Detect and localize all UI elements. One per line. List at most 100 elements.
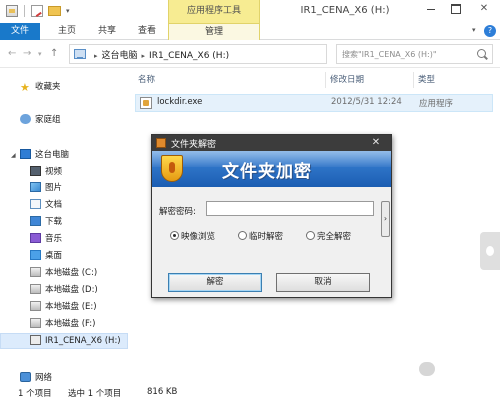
password-label: 解密密码:: [159, 207, 196, 217]
customize-toolbar-dropdown-icon[interactable]: ▾: [66, 7, 70, 15]
tab-file[interactable]: 文件: [0, 23, 40, 40]
column-header-date[interactable]: 修改日期: [330, 73, 364, 87]
tab-share[interactable]: 共享: [92, 23, 122, 40]
dialog-close-button[interactable]: ✕: [364, 136, 388, 150]
radio-unselected-icon: [306, 231, 315, 240]
back-arrow-icon[interactable]: ←: [8, 48, 16, 59]
hard-disk-icon: [30, 301, 41, 311]
title-bar: ▾ 应用程序工具 IR1_CENA_X6 (H:) ✕: [0, 0, 500, 23]
selection-size: 816 KB: [147, 387, 178, 397]
hard-disk-icon: [30, 318, 41, 328]
file-modified: 2012/5/31 12:24: [331, 97, 402, 107]
watermark: [375, 352, 493, 398]
pictures-folder-icon: [30, 182, 41, 192]
maximize-button[interactable]: [444, 0, 466, 18]
column-header-name[interactable]: 名称: [138, 73, 155, 87]
search-placeholder: 搜索"IR1_CENA_X6 (H:)": [342, 50, 437, 59]
nav-drive-d[interactable]: 本地磁盘 (D:): [30, 283, 98, 297]
radio-full-decrypt[interactable]: 完全解密: [306, 231, 351, 243]
nav-homegroup[interactable]: 家庭组: [20, 113, 61, 127]
nav-favorites[interactable]: ★ 收藏夹: [20, 80, 61, 94]
nav-drive-e[interactable]: 本地磁盘 (E:): [30, 300, 97, 314]
column-header-type[interactable]: 类型: [418, 73, 435, 87]
nav-downloads[interactable]: 下载: [30, 215, 62, 229]
nav-drive-c[interactable]: 本地磁盘 (C:): [30, 266, 97, 280]
tab-home[interactable]: 主页: [52, 23, 82, 40]
tab-view[interactable]: 查看: [132, 23, 162, 40]
context-tab-application-tools: 应用程序工具: [168, 0, 260, 23]
breadcrumb-drive[interactable]: IR1_CENA_X6 (H:): [149, 51, 229, 61]
navigation-pane: ★ 收藏夹 家庭组 ◢ 这台电脑 视频 图片 文档 下载 音乐 桌面 本地磁盘 (…: [0, 68, 128, 383]
item-count: 1 个项目: [18, 389, 52, 399]
properties-icon[interactable]: [31, 5, 43, 17]
help-icon[interactable]: ?: [484, 25, 496, 37]
music-folder-icon: [30, 233, 41, 243]
column-divider[interactable]: [325, 72, 326, 88]
dialog-title: 文件夹解密: [171, 140, 217, 150]
nav-pictures[interactable]: 图片: [30, 181, 62, 195]
nav-this-pc[interactable]: 这台电脑: [20, 148, 69, 162]
navigation-bar: ← → ▾ ↑ ▸这台电脑▸IR1_CENA_X6 (H:) ▾ ↻ 搜索"IR…: [0, 40, 500, 68]
tab-manage[interactable]: 管理: [168, 23, 260, 40]
file-type: 应用程序: [419, 99, 454, 109]
banner-title: 文件夹加密: [222, 162, 312, 182]
collapse-this-pc-icon[interactable]: ◢: [11, 152, 16, 159]
window-title: IR1_CENA_X6 (H:): [300, 5, 390, 16]
app-icon: [156, 138, 166, 148]
recent-locations-icon[interactable]: ▾: [38, 50, 42, 58]
videos-folder-icon: [30, 166, 41, 176]
documents-folder-icon: [30, 199, 41, 209]
radio-image-browse[interactable]: 映像浏览: [170, 231, 215, 243]
nav-videos[interactable]: 视频: [30, 165, 62, 179]
nav-desktop[interactable]: 桌面: [30, 249, 62, 263]
decrypt-button[interactable]: 解密: [168, 273, 262, 292]
decrypt-dialog: 文件夹解密 ✕ 文件夹加密 解密密码: › 映像浏览 临时解密 完全解密 解密 …: [151, 134, 392, 298]
computer-icon: [20, 149, 31, 159]
chevron-right-icon[interactable]: ▸: [142, 52, 146, 60]
star-icon: ★: [20, 81, 30, 94]
new-folder-icon[interactable]: [48, 6, 61, 16]
column-divider[interactable]: [413, 72, 414, 88]
nav-drive-f[interactable]: 本地磁盘 (F:): [30, 317, 95, 331]
shield-icon: [161, 155, 183, 182]
desktop-folder-icon: [30, 250, 41, 260]
breadcrumb: ▸ 这台电脑 ▸ IR1_CENA_X6 (H:): [90, 48, 229, 61]
radio-unselected-icon: [238, 231, 247, 240]
paw-logo-icon: [415, 352, 439, 378]
file-name: lockdir.exe: [157, 97, 203, 107]
exe-file-icon: [140, 97, 152, 109]
nav-music[interactable]: 音乐: [30, 232, 62, 246]
radio-temporary-decrypt[interactable]: 临时解密: [238, 231, 283, 243]
search-icon[interactable]: [477, 49, 486, 58]
ribbon-tabs: 文件 主页 共享 查看 管理 ▾ ?: [0, 23, 500, 40]
usb-drive-icon: [30, 335, 41, 345]
expand-panel-button[interactable]: ›: [381, 201, 390, 237]
breadcrumb-this-pc[interactable]: 这台电脑: [102, 51, 138, 61]
cancel-button[interactable]: 取消: [276, 273, 370, 292]
app-menu-icon[interactable]: [6, 5, 18, 17]
minimize-button[interactable]: [420, 0, 442, 18]
address-bar[interactable]: ▸这台电脑▸IR1_CENA_X6 (H:) ▾ ↻: [69, 44, 397, 64]
nav-drive-h[interactable]: IR1_CENA_X6 (H:): [30, 334, 121, 348]
close-button[interactable]: ✕: [468, 0, 500, 18]
radio-selected-icon: [170, 231, 179, 240]
up-arrow-icon[interactable]: ↑: [50, 48, 58, 59]
expand-ribbon-icon[interactable]: ▾: [472, 26, 476, 34]
forward-arrow-icon[interactable]: →: [23, 48, 31, 59]
network-icon: [20, 372, 31, 382]
password-input[interactable]: [206, 201, 374, 216]
table-row[interactable]: lockdir.exe 2012/5/31 12:24 应用程序: [135, 94, 493, 112]
selection-count: 选中 1 个项目: [68, 389, 122, 399]
search-input[interactable]: 搜索"IR1_CENA_X6 (H:)": [336, 44, 493, 64]
hard-disk-icon: [30, 267, 41, 277]
hard-disk-icon: [30, 284, 41, 294]
downloads-folder-icon: [30, 216, 41, 226]
toolbar-separator: [24, 5, 25, 17]
computer-icon: [74, 49, 86, 59]
nav-documents[interactable]: 文档: [30, 198, 62, 212]
dialog-title-bar[interactable]: 文件夹解密 ✕: [152, 135, 391, 151]
dialog-banner: 文件夹加密: [152, 151, 391, 187]
homegroup-icon: [20, 114, 31, 124]
chevron-right-icon[interactable]: ▸: [94, 52, 98, 60]
side-panel-tab[interactable]: [480, 232, 500, 270]
